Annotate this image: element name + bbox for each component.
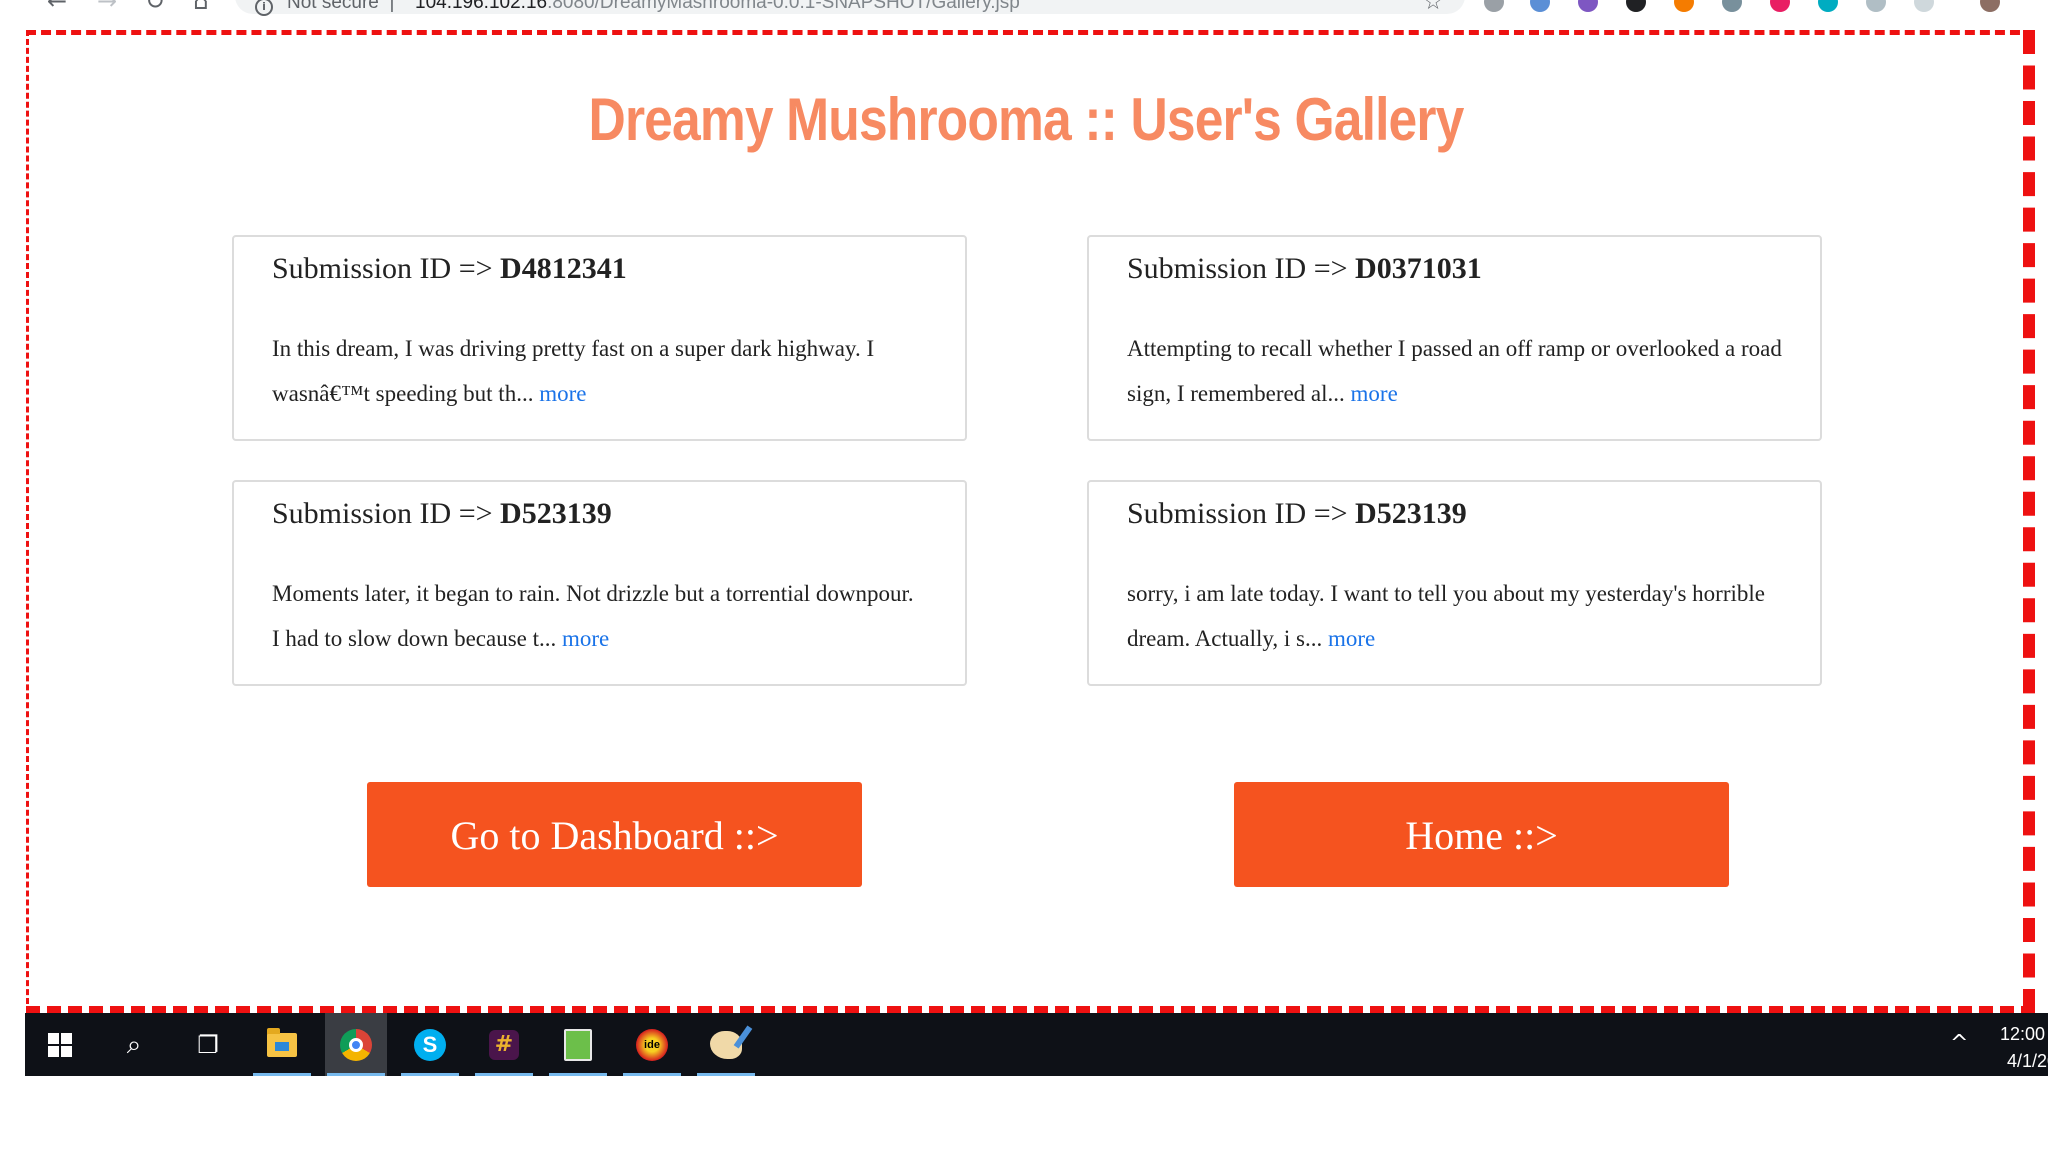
submission-excerpt: Moments later, it began to rain. Not dri… [272, 571, 927, 661]
chrome-icon [340, 1028, 372, 1061]
extension-icon[interactable] [1866, 0, 1886, 12]
taskbar-chrome[interactable] [325, 1013, 387, 1076]
security-label[interactable]: Not secure | [287, 0, 394, 14]
extension-icon[interactable] [1914, 0, 1934, 12]
submission-card: Submission ID => D523139 Moments later, … [232, 480, 967, 686]
submission-card: Submission ID => D523139 sorry, i am lat… [1087, 480, 1822, 686]
paint-icon [710, 1030, 742, 1059]
submission-id: D0371031 [1355, 252, 1482, 285]
ide-icon: ide [636, 1028, 668, 1061]
submission-id-label: Submission ID => [272, 497, 501, 530]
submission-id: D4812341 [500, 252, 627, 285]
page-frame: Dreamy Mushrooma :: User's Gallery Submi… [26, 30, 2035, 1013]
address-bar[interactable]: i Not secure | 104.196.102.16:8080/Dream… [235, 0, 1465, 16]
submission-card: Submission ID => D0371031 Attempting to … [1087, 235, 1822, 441]
taskbar: ⌕ ❐ S # ide ^ 12:00 PM 4/1/2019 [25, 1013, 2048, 1076]
submission-id: D523139 [500, 497, 612, 530]
submission-header: Submission ID => D4812341 [272, 249, 927, 289]
bookmark-star-icon[interactable]: ☆ [1423, 0, 1443, 15]
more-link[interactable]: more [562, 626, 609, 651]
dashboard-button[interactable]: Go to Dashboard ::> [367, 782, 862, 887]
info-icon[interactable]: i [255, 0, 273, 16]
task-view-icon: ❐ [197, 1030, 219, 1059]
windows-logo-icon [48, 1032, 72, 1057]
url-host: 104.196.102.16 [415, 0, 548, 13]
taskbar-skype[interactable]: S [399, 1013, 461, 1076]
browser-toolbar: ← → ↻ ⌂ i Not secure | 104.196.102.16:80… [0, 0, 2048, 22]
submission-header: Submission ID => D0371031 [1127, 249, 1782, 289]
extension-icon[interactable] [1626, 0, 1646, 12]
home-button[interactable]: Home ::> [1234, 782, 1729, 887]
clock-date: 4/1/2019 [2006, 1051, 2048, 1071]
reload-icon[interactable]: ↻ [140, 0, 170, 16]
submission-id: D523139 [1355, 497, 1467, 530]
submission-excerpt: sorry, i am late today. I want to tell y… [1127, 571, 1782, 661]
start-button[interactable] [29, 1013, 91, 1076]
submission-id-label: Submission ID => [1127, 252, 1356, 285]
back-icon[interactable]: ← [42, 0, 72, 16]
security-text: Not secure [287, 0, 379, 13]
chevron-up-icon[interactable]: ^ [1950, 1031, 1968, 1056]
submission-excerpt: In this dream, I was driving pretty fast… [272, 326, 927, 416]
forward-icon[interactable]: → [92, 0, 122, 16]
notepad-icon [564, 1028, 592, 1061]
taskbar-paint[interactable] [695, 1013, 757, 1076]
submission-excerpt: Attempting to recall whether I passed an… [1127, 326, 1782, 416]
slack-icon: # [489, 1029, 519, 1060]
extension-icon[interactable] [1578, 0, 1598, 12]
more-link[interactable]: more [1328, 626, 1375, 651]
home-icon[interactable]: ⌂ [186, 0, 216, 16]
extension-icon[interactable] [1818, 0, 1838, 12]
skype-icon: S [414, 1028, 446, 1061]
excerpt-text: Attempting to recall whether I passed an… [1127, 336, 1782, 406]
page-title: Dreamy Mushrooma :: User's Gallery [588, 86, 1465, 153]
taskbar-file-explorer[interactable] [251, 1013, 313, 1076]
folder-icon [267, 1027, 297, 1057]
profile-avatar[interactable] [1980, 0, 2000, 12]
extension-icon[interactable] [1674, 0, 1694, 12]
search-button[interactable]: ⌕ [103, 1013, 165, 1076]
taskbar-slack[interactable]: # [473, 1013, 535, 1076]
taskbar-notepad[interactable] [547, 1013, 609, 1076]
separator: | [389, 0, 395, 13]
extension-icon[interactable] [1770, 0, 1790, 12]
task-view-button[interactable]: ❐ [177, 1013, 239, 1076]
url-text[interactable]: 104.196.102.16:8080/DreamyMashrooma-0.0.… [415, 0, 1020, 14]
submission-card: Submission ID => D4812341 In this dream,… [232, 235, 967, 441]
more-link[interactable]: more [539, 381, 586, 406]
extension-icon[interactable] [1484, 0, 1504, 12]
submission-id-label: Submission ID => [272, 252, 501, 285]
more-link[interactable]: more [1351, 381, 1398, 406]
extension-icon[interactable] [1722, 0, 1742, 12]
url-path: :8080/DreamyMashrooma-0.0.1-SNAPSHOT/Gal… [547, 0, 1020, 13]
search-icon: ⌕ [126, 1029, 142, 1060]
submission-id-label: Submission ID => [1127, 497, 1356, 530]
system-clock[interactable]: 12:00 PM 4/1/2019 [2000, 1021, 2048, 1075]
extension-icon[interactable] [1530, 0, 1550, 12]
excerpt-text: sorry, i am late today. I want to tell y… [1127, 581, 1765, 651]
submission-header: Submission ID => D523139 [1127, 494, 1782, 534]
submission-header: Submission ID => D523139 [272, 494, 927, 534]
taskbar-ide[interactable]: ide [621, 1013, 683, 1076]
clock-time: 12:00 PM [2000, 1024, 2048, 1044]
